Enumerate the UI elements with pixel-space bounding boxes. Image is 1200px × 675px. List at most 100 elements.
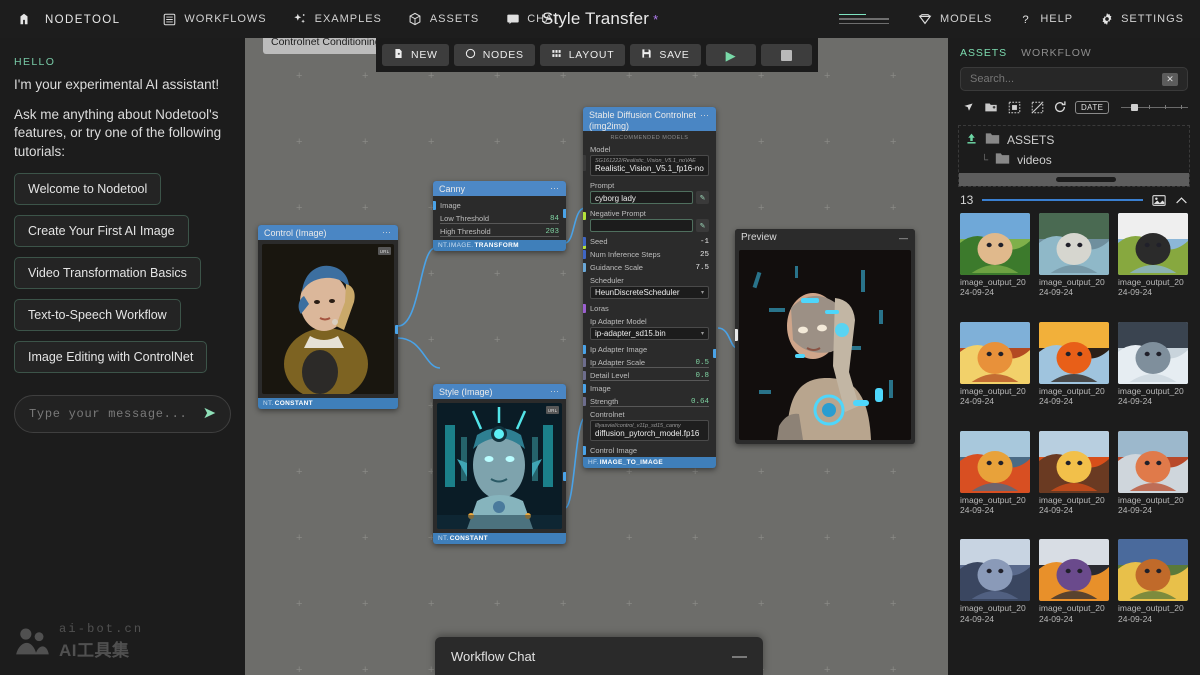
tab-assets[interactable]: ASSETS: [960, 47, 1007, 59]
tree-item-assets[interactable]: ASSETS: [959, 130, 1189, 150]
nav-settings[interactable]: SETTINGS: [1086, 0, 1200, 38]
canny-row-image[interactable]: Image: [433, 199, 566, 212]
send-icon[interactable]: ➤: [203, 406, 216, 422]
node-menu-icon[interactable]: ⋯: [382, 227, 392, 238]
input-port-ip-adapter-image[interactable]: [583, 345, 586, 354]
save-button[interactable]: SAVE: [630, 44, 700, 66]
input-port-steps[interactable]: [583, 250, 586, 259]
node-style-image-header[interactable]: Style (Image) ⋯: [433, 384, 566, 399]
node-preview-header[interactable]: Preview —: [735, 229, 915, 246]
asset-thumbnail[interactable]: [960, 539, 1030, 601]
chevron-up-icon[interactable]: [1175, 195, 1188, 206]
node-canny[interactable]: Canny ⋯ Image Low Threshold 84 High Thre…: [433, 181, 566, 251]
input-port-loras[interactable]: [583, 304, 586, 313]
input-port-ip-adapter-scale[interactable]: [583, 358, 586, 367]
tutorial-video-transformation-basics[interactable]: Video Transformation Basics: [14, 257, 201, 289]
asset-thumbnail[interactable]: [1039, 539, 1109, 601]
run-button[interactable]: ▶: [706, 44, 757, 66]
nav-assets[interactable]: ASSETS: [395, 0, 492, 38]
minimize-icon[interactable]: —: [732, 649, 747, 664]
asset-item[interactable]: image_output_2024-09-24: [1039, 213, 1109, 315]
node-menu-icon[interactable]: ⋯: [550, 386, 560, 397]
input-port-guidance[interactable]: [583, 263, 586, 272]
control-image-thumbnail[interactable]: URL: [262, 244, 394, 394]
sd-row-loras[interactable]: Loras: [583, 302, 716, 315]
node-canny-header[interactable]: Canny ⋯: [433, 181, 566, 196]
asset-item[interactable]: image_output_2024-09-24: [1118, 539, 1188, 641]
stop-button[interactable]: [761, 44, 812, 66]
asset-thumbnail[interactable]: [960, 322, 1030, 384]
input-port-control-image[interactable]: [583, 446, 586, 455]
input-port-prompt[interactable]: [583, 212, 586, 220]
refresh-icon[interactable]: [1052, 99, 1068, 115]
asset-item[interactable]: image_output_2024-09-24: [1039, 431, 1109, 533]
asset-item[interactable]: image_output_2024-09-24: [960, 431, 1030, 533]
sort-by-date-button[interactable]: DATE: [1075, 101, 1109, 114]
input-port-image[interactable]: [583, 384, 586, 393]
sd-prompt-value[interactable]: cyborg lady: [590, 191, 693, 204]
sd-row-strength[interactable]: Strength 0.64: [583, 395, 716, 408]
nodes-button[interactable]: NODES: [454, 44, 535, 66]
output-port-image[interactable]: [563, 209, 566, 218]
sd-negative-value[interactable]: [590, 219, 693, 232]
asset-item[interactable]: image_output_2024-09-24: [960, 539, 1030, 641]
new-folder-icon[interactable]: [983, 99, 999, 115]
nav-chat[interactable]: CHAT: [492, 0, 573, 38]
minimize-icon[interactable]: —: [899, 233, 909, 243]
node-canvas[interactable]: ++++++++++++++++++++++++++++++++++++++++…: [245, 38, 948, 675]
asset-thumbnail[interactable]: [960, 431, 1030, 493]
tab-workflow[interactable]: WORKFLOW: [1021, 47, 1092, 59]
sd-model-field[interactable]: SG161222/Realistic_Vision_V5.1_noVAE Rea…: [590, 155, 709, 176]
output-port-image[interactable]: [395, 325, 398, 334]
tree-scrollbar-thumb[interactable]: [1056, 177, 1116, 182]
sd-row-detail-level[interactable]: Detail Level 0.8: [583, 369, 716, 382]
sd-row-guidance[interactable]: Guidance Scale 7.5: [583, 261, 716, 274]
zoom-slider[interactable]: [839, 13, 889, 25]
nav-examples[interactable]: EXAMPLES: [280, 0, 395, 38]
gallery-icon[interactable]: [1152, 194, 1166, 207]
node-control-image-header[interactable]: Control (Image) ⋯: [258, 225, 398, 240]
sd-controlnet-field[interactable]: lllyasviel/control_v11p_sd15_canny diffu…: [590, 420, 709, 441]
asset-item[interactable]: image_output_2024-09-24: [1118, 431, 1188, 533]
chat-message-input[interactable]: [29, 407, 195, 421]
nav-models[interactable]: MODELS: [905, 0, 1005, 38]
tutorial-create-your-first-ai-image[interactable]: Create Your First AI Image: [14, 215, 189, 247]
sd-row-ip-adapter-image[interactable]: Ip Adapter Image: [583, 343, 716, 356]
clear-x-icon[interactable]: ✕: [1162, 73, 1178, 86]
sd-negative-field[interactable]: ✎: [590, 219, 709, 232]
image-url-badge[interactable]: URL: [546, 406, 559, 414]
node-menu-icon[interactable]: ⋯: [700, 110, 710, 121]
preview-image[interactable]: [739, 250, 911, 440]
tree-scrollbar[interactable]: [959, 173, 1189, 186]
nav-help[interactable]: ? HELP: [1005, 0, 1086, 38]
asset-item[interactable]: image_output_2024-09-24: [960, 322, 1030, 424]
asset-thumbnail[interactable]: [1039, 213, 1109, 275]
input-port-value[interactable]: [735, 329, 738, 341]
style-image-thumbnail[interactable]: URL: [437, 403, 562, 529]
input-port-detail-level[interactable]: [583, 371, 586, 380]
asset-thumbnail[interactable]: [1118, 431, 1188, 493]
brand-nodetool[interactable]: NODETOOL: [0, 0, 149, 38]
canny-row-high-threshold[interactable]: High Threshold 203: [433, 225, 566, 238]
sd-row-ip-adapter-scale[interactable]: Ip Adapter Scale 0.5: [583, 356, 716, 369]
asset-item[interactable]: image_output_2024-09-24: [1039, 539, 1109, 641]
asset-item[interactable]: image_output_2024-09-24: [1118, 213, 1188, 315]
asset-thumbnail[interactable]: [1118, 213, 1188, 275]
asset-thumbnail[interactable]: [1118, 322, 1188, 384]
asset-thumbnail[interactable]: [1039, 431, 1109, 493]
node-control-image[interactable]: Control (Image) ⋯ UR: [258, 225, 398, 409]
cursor-arrow-icon[interactable]: [960, 99, 976, 115]
edit-pencil-icon[interactable]: ✎: [696, 219, 709, 232]
asset-thumbnail[interactable]: [960, 213, 1030, 275]
search-input[interactable]: [970, 73, 1162, 85]
sd-row-steps[interactable]: Num Inference Steps 25: [583, 248, 716, 261]
sd-scheduler-select[interactable]: HeunDiscreteScheduler ▾: [590, 286, 709, 299]
select-all-icon[interactable]: [1006, 99, 1022, 115]
node-menu-icon[interactable]: ⋯: [550, 183, 560, 194]
asset-thumbnail[interactable]: [1118, 539, 1188, 601]
node-style-image[interactable]: Style (Image) ⋯: [433, 384, 566, 544]
sd-prompt-field[interactable]: cyborg lady ✎: [590, 191, 709, 204]
asset-thumbnail[interactable]: [1039, 322, 1109, 384]
image-url-badge[interactable]: URL: [378, 247, 391, 255]
output-port-image[interactable]: [713, 349, 716, 358]
